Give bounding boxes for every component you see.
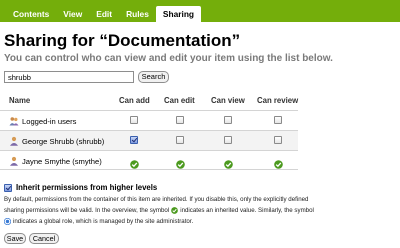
inherited-check-icon [130, 160, 139, 169]
description-text: By default, permissions from the contain… [4, 196, 309, 203]
description-line: sharing permissions will be valid. In th… [4, 205, 398, 216]
can-review-checkbox[interactable] [274, 136, 282, 144]
row-name: Logged-in users [22, 116, 77, 126]
can-review-checkbox[interactable] [274, 116, 282, 124]
inherited-check-icon [176, 160, 185, 169]
description-line: indicates a global role, which is manage… [4, 216, 398, 227]
tab-edit[interactable]: Edit [89, 6, 119, 22]
tab-sharing[interactable]: Sharing [155, 6, 202, 22]
column-header-can-view: Can view [211, 96, 245, 105]
page-title: Sharing for “Documentation” [4, 31, 241, 50]
description-text: sharing permissions will be valid. In th… [4, 207, 170, 214]
inherited-check-icon [224, 160, 233, 169]
inherited-check-icon [171, 207, 179, 214]
sharing-table: Name Can add Can edit Can view Can revie… [0, 92, 298, 170]
tab-bar: Contents View Edit Rules Sharing [0, 0, 400, 22]
cancel-button[interactable]: Cancel [29, 233, 59, 244]
can-edit-checkbox[interactable] [176, 116, 184, 124]
inherit-label: Inherit permissions from higher levels [16, 183, 158, 192]
tab-contents[interactable]: Contents [6, 6, 56, 22]
table-row: George Shrubb (shrubb) [0, 130, 298, 150]
name-cell: Logged-in users [9, 116, 76, 126]
description-text: indicates an inherited value. Similarly,… [180, 207, 314, 214]
can-add-checkbox[interactable] [130, 116, 138, 124]
table-row: Logged-in users [0, 110, 298, 130]
inherited-check-icon [274, 160, 283, 169]
user-icon [10, 156, 18, 166]
user-icon [10, 136, 18, 146]
row-name: George Shrubb (shrubb) [22, 136, 105, 146]
group-icon [9, 117, 19, 126]
search-button[interactable]: Search [138, 71, 169, 83]
page-subtitle: You can control who can view and edit yo… [4, 53, 333, 64]
description-text: indicates a global role, which is manage… [13, 218, 194, 225]
tab-rules[interactable]: Rules [119, 6, 156, 22]
name-cell: George Shrubb (shrubb) [9, 136, 104, 146]
column-header-name: Name [9, 96, 31, 105]
search-input[interactable] [4, 71, 134, 83]
inherit-permissions: Inherit permissions from higher levels [4, 183, 157, 192]
table-header: Name Can add Can edit Can view Can revie… [0, 92, 298, 110]
inherit-checkbox[interactable] [4, 183, 12, 192]
global-role-icon [4, 218, 11, 225]
can-edit-checkbox[interactable] [176, 136, 184, 144]
inherit-description: By default, permissions from the contain… [4, 194, 398, 227]
save-button[interactable]: Save [4, 233, 26, 244]
column-header-can-review: Can review [257, 96, 299, 105]
row-name: Jayne Smythe (smythe) [22, 156, 102, 166]
tabs: Contents View Edit Rules Sharing [6, 6, 202, 22]
tab-view[interactable]: View [56, 6, 89, 22]
column-header-can-add: Can add [119, 96, 150, 105]
can-view-checkbox[interactable] [224, 136, 232, 144]
column-header-can-edit: Can edit [164, 96, 195, 105]
can-view-checkbox[interactable] [224, 116, 232, 124]
table-row: Jayne Smythe (smythe) [0, 150, 298, 170]
name-cell: Jayne Smythe (smythe) [9, 156, 102, 166]
description-line: By default, permissions from the contain… [4, 194, 398, 205]
can-add-checkbox[interactable] [130, 136, 138, 144]
